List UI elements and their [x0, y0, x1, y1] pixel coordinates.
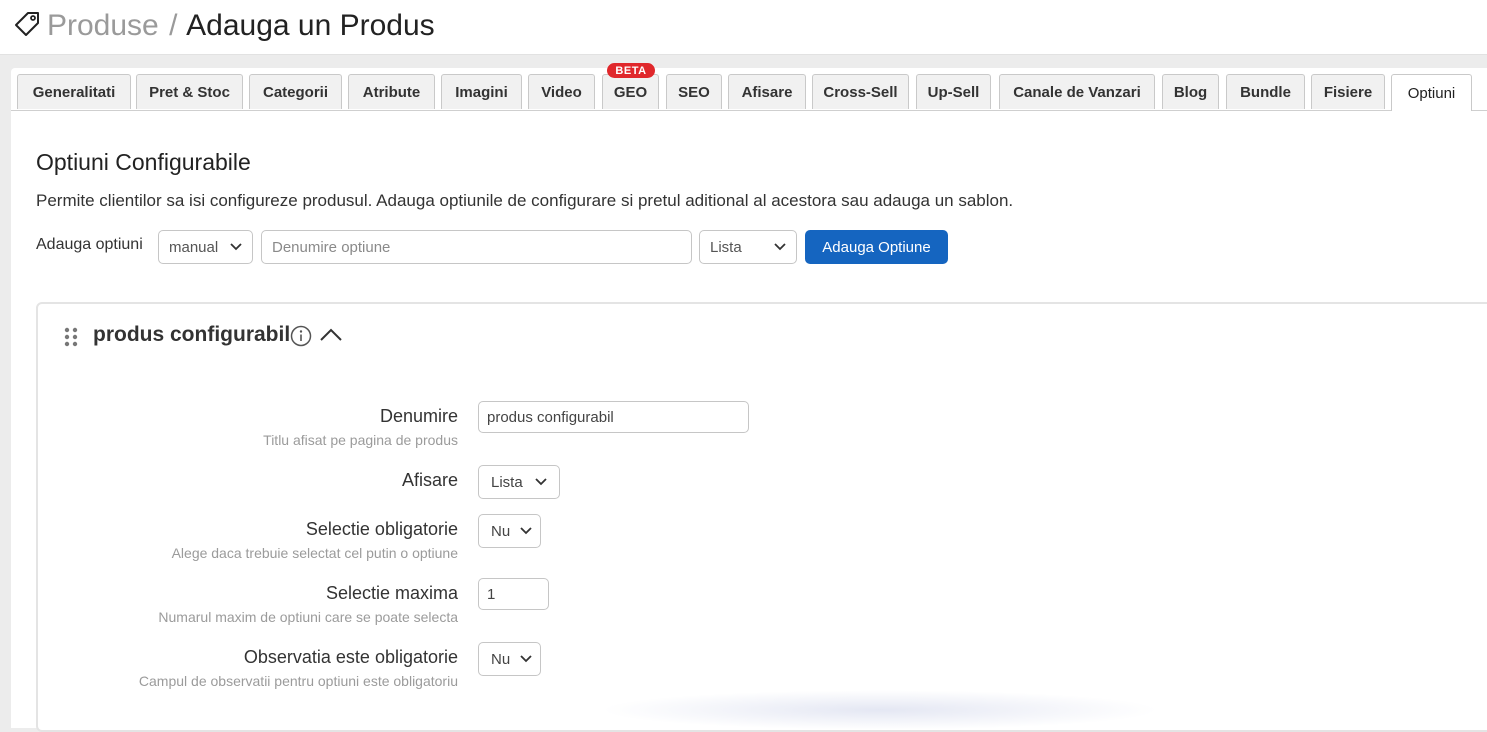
field-max-label: Selectie maxima — [325, 583, 458, 603]
option-mode-select[interactable]: manual — [158, 230, 253, 264]
tag-icon — [13, 10, 41, 43]
field-name-label: Denumire — [379, 406, 458, 426]
tab-blog[interactable]: Blog — [1162, 74, 1219, 109]
option-card-title: produs configurabil — [93, 323, 291, 346]
field-name-value: produs configurabil — [487, 408, 614, 426]
tab-cross-sell[interactable]: Cross-Sell — [812, 74, 909, 109]
tab-bar: Generalitati Pret & Stoc Categorii Atrib… — [17, 74, 1487, 111]
add-options-label: Adauga optiuni — [36, 236, 143, 253]
tab-geo[interactable]: GEO — [602, 74, 659, 109]
option-name-input[interactable]: Denumire optiune — [261, 230, 692, 264]
page-header: Produse / Adauga un Produs — [0, 0, 1487, 55]
option-type-select[interactable]: Lista — [699, 230, 797, 264]
floating-shadow — [600, 690, 1160, 730]
tab-generalitati[interactable]: Generalitati — [17, 74, 131, 109]
tab-seo[interactable]: SEO — [666, 74, 722, 109]
field-max-value: 1 — [487, 585, 496, 603]
field-required-label: Selectie obligatorie — [305, 519, 458, 539]
field-note-required-value: Nu — [491, 650, 511, 668]
option-mode-value: manual — [169, 238, 219, 256]
field-max-help: Numarul maxim de optiuni care se poate s… — [158, 609, 458, 625]
section-title: Optiuni Configurabile — [36, 149, 251, 175]
option-name-placeholder: Denumire optiune — [272, 238, 391, 256]
chevron-down-icon — [230, 240, 242, 254]
field-max-input[interactable]: 1 — [478, 578, 549, 610]
add-option-button[interactable]: Adauga Optiune — [805, 230, 948, 264]
tab-bundle[interactable]: Bundle — [1226, 74, 1305, 109]
field-note-required-help: Campul de observatii pentru optiuni este… — [138, 673, 458, 689]
tab-afisare[interactable]: Afisare — [728, 74, 806, 109]
field-required-help: Alege daca trebuie selectat cel putin o … — [171, 545, 458, 561]
chevron-up-icon[interactable] — [319, 327, 343, 348]
beta-badge: BETA — [607, 63, 655, 78]
field-required-value: Nu — [491, 522, 511, 540]
info-icon[interactable] — [290, 325, 312, 352]
chevron-down-icon — [520, 652, 532, 666]
page-title: Produse / Adauga un Produs — [47, 6, 435, 46]
option-type-value: Lista — [710, 238, 742, 256]
tab-video[interactable]: Video — [528, 74, 595, 109]
tab-pret-stoc[interactable]: Pret & Stoc — [136, 74, 243, 109]
field-required-select[interactable]: Nu — [478, 514, 541, 548]
tab-categorii[interactable]: Categorii — [249, 74, 342, 109]
tab-optiuni[interactable]: Optiuni — [1391, 74, 1472, 111]
field-display-select[interactable]: Lista — [478, 465, 560, 499]
breadcrumb-current: Adauga un Produs — [186, 9, 435, 42]
chevron-down-icon — [535, 475, 547, 489]
field-name-input[interactable]: produs configurabil — [478, 401, 749, 433]
tab-up-sell[interactable]: Up-Sell — [916, 74, 991, 109]
chevron-down-icon — [520, 524, 532, 538]
tab-atribute[interactable]: Atribute — [348, 74, 435, 109]
drag-handle-icon[interactable] — [64, 327, 78, 352]
tab-imagini[interactable]: Imagini — [441, 74, 522, 109]
section-description: Permite clientilor sa isi configureze pr… — [36, 191, 1014, 210]
field-note-required-label: Observatia este obligatorie — [243, 647, 458, 667]
breadcrumb-parent[interactable]: Produse — [47, 9, 159, 42]
chevron-down-icon — [774, 240, 786, 254]
field-note-required-select[interactable]: Nu — [478, 642, 541, 676]
field-name-help: Titlu afisat pe pagina de produs — [263, 432, 458, 448]
field-display-value: Lista — [491, 473, 523, 491]
tab-fisiere[interactable]: Fisiere — [1311, 74, 1385, 109]
field-display-label: Afisare — [401, 470, 458, 490]
tab-canale-de-vanzari[interactable]: Canale de Vanzari — [999, 74, 1155, 109]
breadcrumb-separator: / — [169, 9, 178, 42]
